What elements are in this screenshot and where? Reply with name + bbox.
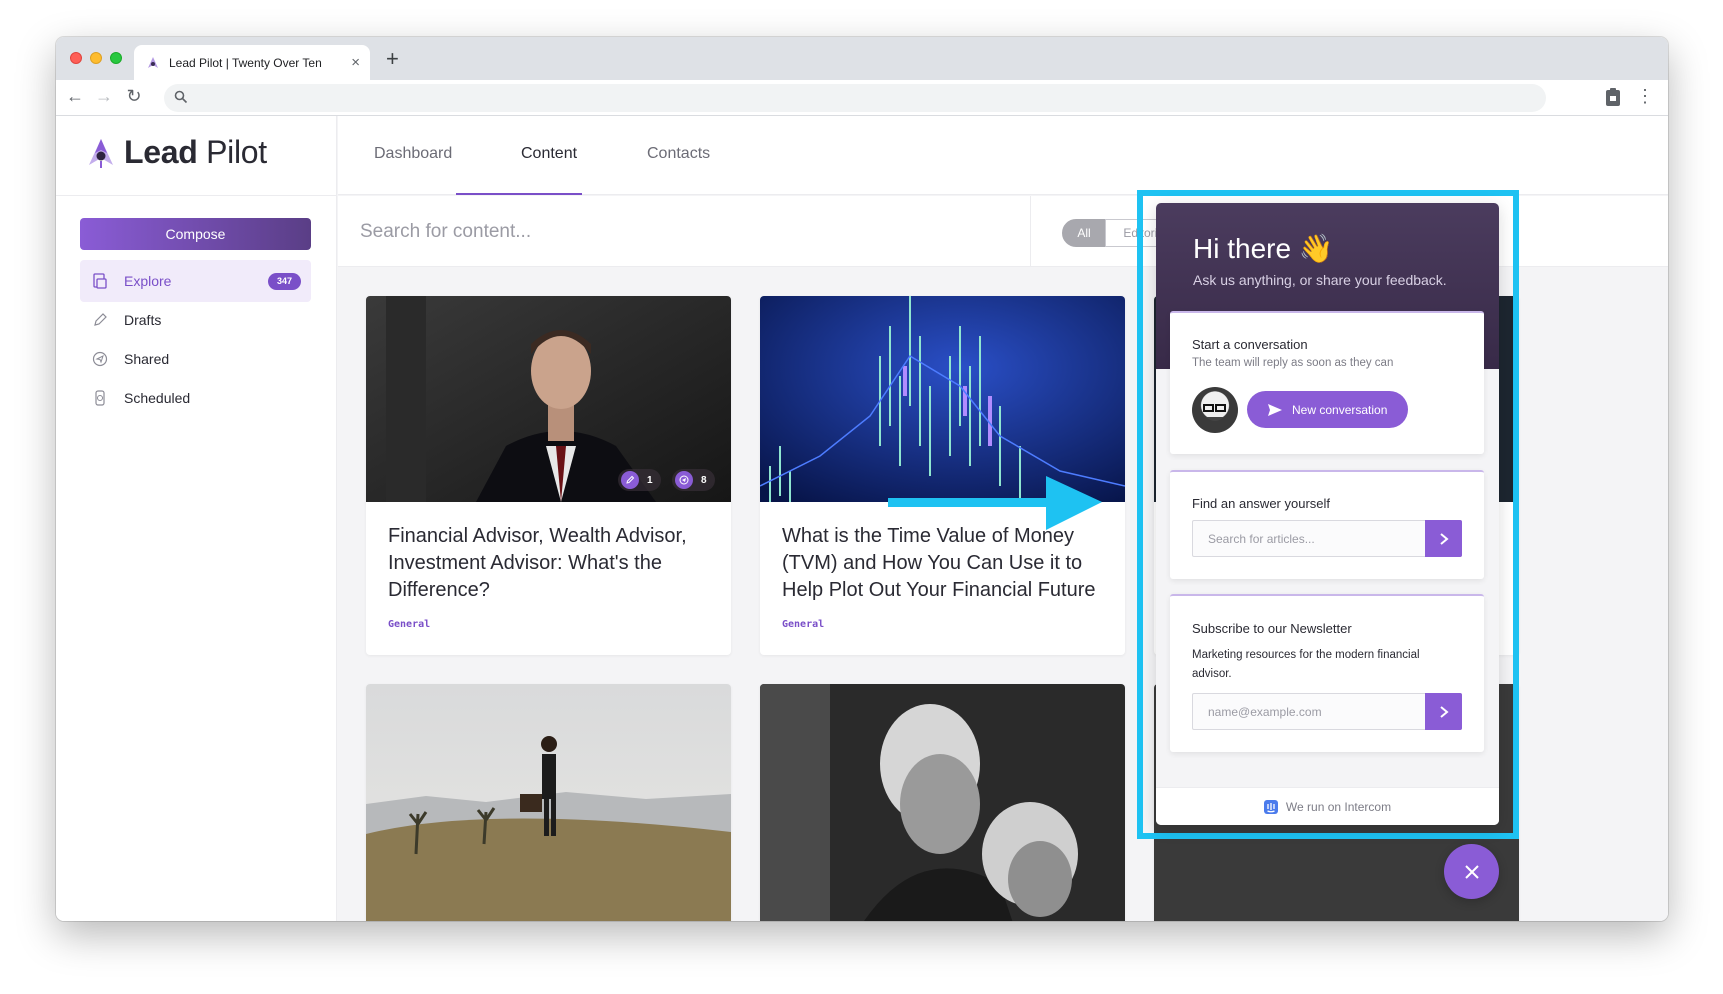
sidebar-item-label: Explore: [124, 273, 172, 289]
browser-menu-icon[interactable]: ⋮: [1634, 86, 1656, 107]
newsletter-submit-button[interactable]: [1425, 693, 1462, 730]
sidebar-item-label: Drafts: [124, 312, 162, 328]
messenger-footer[interactable]: We run on Intercom: [1156, 787, 1499, 825]
card-title[interactable]: Financial Advisor, Wealth Advisor, Inves…: [388, 523, 713, 604]
content-card[interactable]: [760, 684, 1125, 921]
sidebar-item-explore[interactable]: Explore 347: [80, 260, 311, 302]
shares-count: 8: [672, 469, 715, 491]
divider: [56, 195, 337, 196]
edits-count: 1: [618, 469, 661, 491]
rocket-logo-icon: [89, 138, 113, 168]
newsletter-email-input[interactable]: name@example.com: [1192, 693, 1462, 730]
app-page: Lead Pilot Compose Explore 347 Drafts Sh…: [56, 116, 1668, 921]
divider: [1030, 196, 1031, 267]
search-icon: [174, 90, 188, 104]
back-icon[interactable]: ←: [64, 86, 86, 107]
annotation-arrow-icon: [888, 476, 1102, 530]
minimize-window-button[interactable]: [90, 52, 102, 64]
sidebar-item-scheduled[interactable]: Scheduled: [80, 377, 311, 419]
logo-text-bold: Lead: [124, 134, 198, 170]
top-nav: Dashboard Content Contacts: [338, 116, 1668, 195]
content-card[interactable]: 1 8 Financial Advisor, Wealth Advisor, I…: [366, 296, 731, 655]
newsletter-card: Subscribe to our Newsletter Marketing re…: [1170, 594, 1484, 752]
browser-toolbar: ← → ↻ ⋮: [56, 80, 1668, 116]
article-search-submit-button[interactable]: [1425, 520, 1462, 557]
waving-hand-icon: 👋: [1298, 233, 1334, 264]
intercom-logo-icon: [1263, 799, 1278, 814]
edits-count-value: 1: [647, 474, 653, 486]
card-title[interactable]: What is the Time Value of Money (TVM) an…: [782, 523, 1107, 604]
forward-icon[interactable]: →: [93, 86, 115, 107]
close-window-button[interactable]: [70, 52, 82, 64]
reload-icon[interactable]: ↻: [123, 86, 145, 107]
messenger-close-button[interactable]: [1444, 844, 1499, 899]
article-search-placeholder: Search for articles...: [1208, 532, 1315, 546]
card-category[interactable]: General: [388, 619, 430, 630]
send-icon: [675, 471, 693, 489]
card-image: 1 8: [366, 296, 731, 502]
card-image: [760, 684, 1125, 921]
send-icon: [1268, 403, 1282, 416]
tab-dashboard[interactable]: Dashboard: [374, 145, 452, 163]
filter-all-button[interactable]: All: [1062, 219, 1106, 247]
content-card[interactable]: [366, 684, 731, 921]
active-tab-indicator: [456, 193, 582, 195]
count-badge: 347: [267, 273, 301, 290]
sidebar-item-label: Shared: [124, 351, 170, 367]
new-tab-button[interactable]: +: [386, 46, 399, 72]
app-logo[interactable]: Lead Pilot: [86, 134, 267, 171]
find-answer-title: Find an answer yourself: [1192, 496, 1331, 511]
logo-text-rest: Pilot: [197, 134, 267, 170]
newsletter-text: Marketing resources for the modern finan…: [1192, 649, 1420, 680]
messenger-widget: Hi there 👋 Ask us anything, or share you…: [1156, 203, 1499, 825]
newsletter-email-placeholder: name@example.com: [1208, 705, 1322, 719]
messenger-subtitle: Ask us anything, or share your feedback.: [1193, 272, 1447, 288]
messenger-greeting: Hi there 👋: [1193, 232, 1334, 265]
browser-tab[interactable]: Lead Pilot | Twenty Over Ten ×: [134, 45, 370, 80]
send-icon: [92, 351, 108, 367]
tab-close-icon[interactable]: ×: [351, 54, 360, 71]
browser-window: Lead Pilot | Twenty Over Ten × + ← → ↻ ⋮: [56, 37, 1668, 921]
sidebar-item-label: Scheduled: [124, 390, 191, 406]
maximize-window-button[interactable]: [110, 52, 122, 64]
chevron-right-icon: [1439, 705, 1449, 718]
pencil-icon: [94, 313, 107, 326]
start-conversation-title: Start a conversation: [1192, 337, 1308, 352]
sidebar: Lead Pilot Compose Explore 347 Drafts Sh…: [56, 116, 337, 921]
newsletter-title: Subscribe to our Newsletter: [1192, 621, 1352, 636]
compose-button[interactable]: Compose: [80, 218, 311, 250]
tab-title: Lead Pilot | Twenty Over Ten: [169, 55, 322, 70]
address-bar[interactable]: [164, 84, 1546, 112]
intercom-footer-text: We run on Intercom: [1285, 799, 1392, 814]
close-icon: [1464, 864, 1479, 879]
tab-contacts[interactable]: Contacts: [647, 145, 710, 163]
chevron-right-icon: [1439, 532, 1449, 545]
new-conversation-button[interactable]: New conversation: [1247, 391, 1408, 428]
sidebar-item-shared[interactable]: Shared: [80, 338, 311, 380]
start-conversation-text: The team will reply as soon as they can: [1192, 357, 1394, 369]
browser-tab-bar: Lead Pilot | Twenty Over Ten × +: [56, 37, 1668, 80]
explore-icon: [93, 273, 107, 289]
avatar: [1192, 387, 1238, 433]
card-category[interactable]: General: [782, 619, 824, 630]
content-search-input[interactable]: Search for content...: [360, 221, 531, 243]
watch-icon: [95, 390, 105, 406]
shares-count-value: 8: [701, 474, 707, 486]
lead-pilot-favicon-icon: [148, 56, 158, 68]
tab-content[interactable]: Content: [521, 145, 577, 163]
card-image: [760, 296, 1125, 502]
greeting-text: Hi there: [1193, 233, 1292, 264]
article-search-input[interactable]: Search for articles...: [1192, 520, 1462, 557]
start-conversation-card: Start a conversation The team will reply…: [1170, 311, 1484, 454]
pencil-icon: [621, 471, 639, 489]
sidebar-item-drafts[interactable]: Drafts: [80, 299, 311, 341]
new-conversation-label: New conversation: [1292, 402, 1388, 417]
find-answer-card: Find an answer yourself Search for artic…: [1170, 470, 1484, 579]
card-image: [366, 684, 731, 921]
clipboard-extension-icon[interactable]: [1605, 87, 1621, 107]
